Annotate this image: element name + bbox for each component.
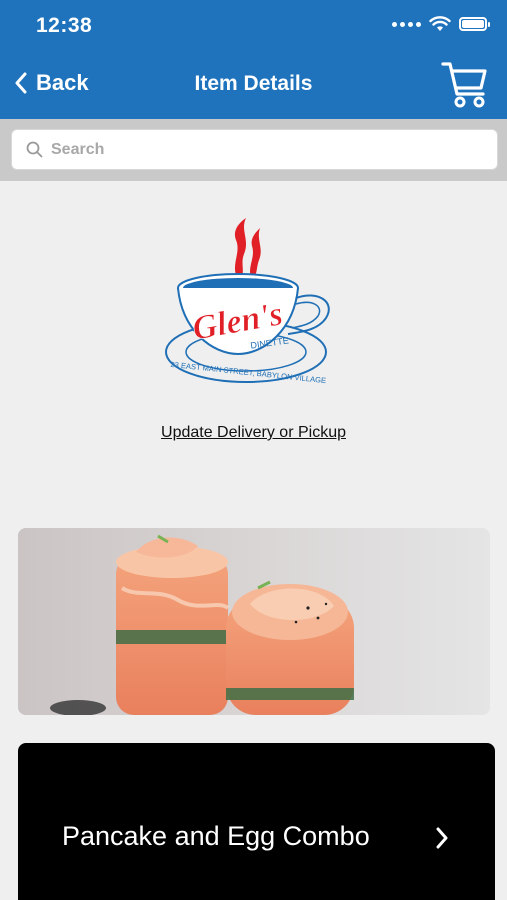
- page-title: Item Details: [194, 72, 313, 95]
- signal-icon: [392, 21, 421, 27]
- search-icon: [26, 141, 43, 158]
- item-name: Pancake and Egg Combo: [62, 821, 370, 851]
- search-input[interactable]: [51, 140, 471, 159]
- search-bar: [0, 119, 507, 181]
- food-banner-image: [18, 528, 490, 715]
- wifi-icon: [429, 16, 451, 31]
- top-navigation-bar: 12:38 Back Item Details: [0, 0, 507, 119]
- battery-icon: [459, 17, 490, 31]
- status-time: 12:38: [36, 14, 93, 37]
- search-field[interactable]: [11, 129, 498, 170]
- status-icons: [392, 16, 490, 32]
- menu-item-card[interactable]: Pancake and Egg Combo: [18, 743, 495, 900]
- update-delivery-link[interactable]: Update Delivery or Pickup: [0, 424, 507, 442]
- chevron-right-icon: [436, 827, 448, 849]
- cart-icon[interactable]: [441, 58, 489, 110]
- restaurant-logo: Glen's DINETTE 23 EAST MAIN STREET, BABY…: [165, 218, 330, 385]
